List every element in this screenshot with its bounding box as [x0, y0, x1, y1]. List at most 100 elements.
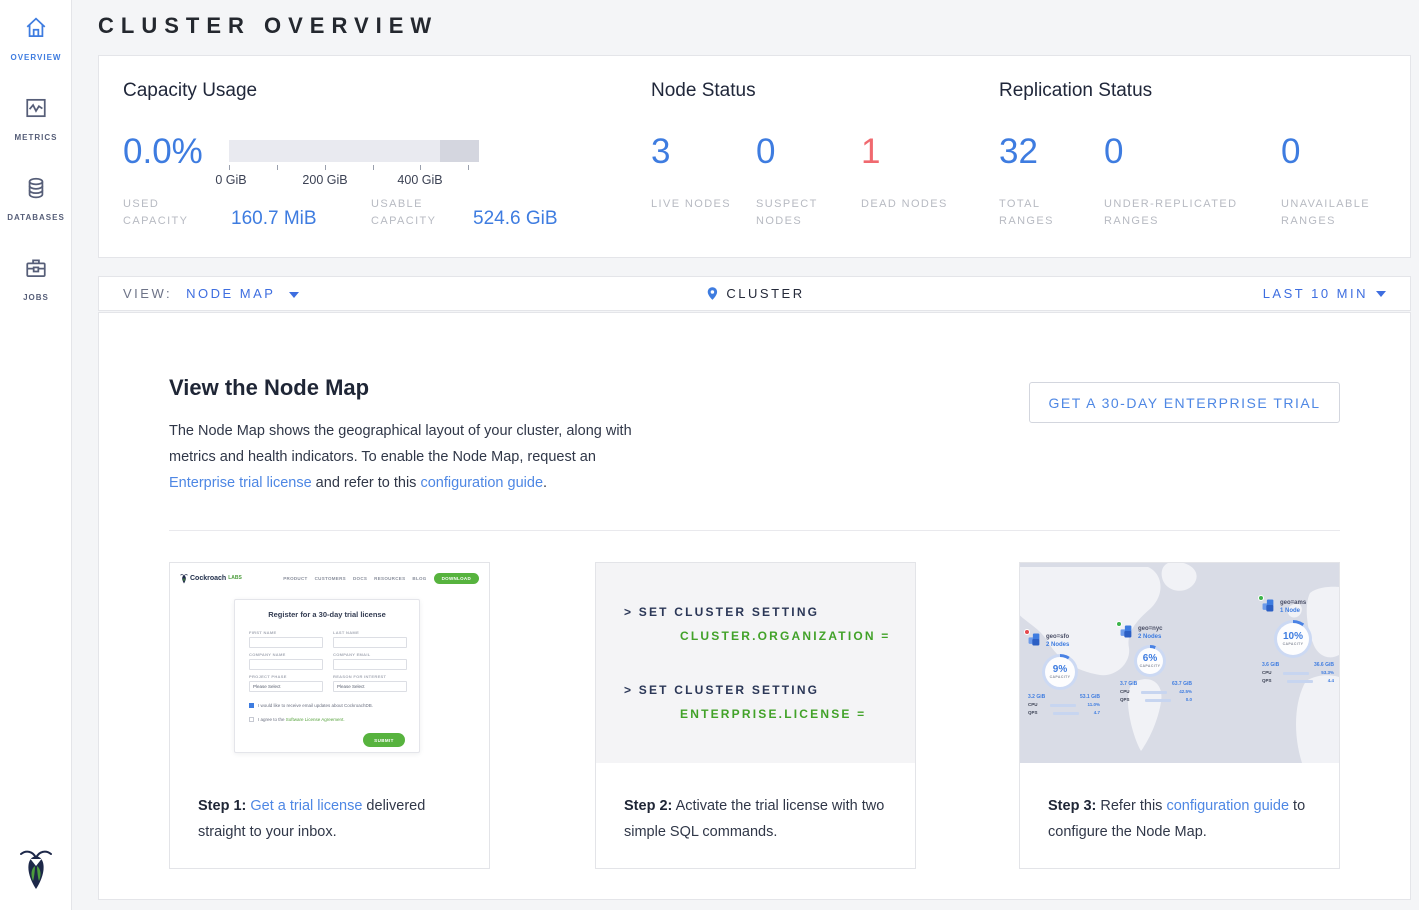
view-label: VIEW:	[123, 286, 172, 301]
qps-sparkline	[1145, 699, 1171, 702]
sidebar-item-label: OVERVIEW	[11, 53, 62, 62]
time-range-value: LAST 10 MIN	[1263, 286, 1368, 301]
sidebar-item-jobs[interactable]: JOBS	[0, 240, 72, 320]
node-group-icon	[1120, 625, 1134, 639]
node-map-description: The Node Map shows the geographical layo…	[169, 418, 637, 496]
unavailable-ranges-value: 0	[1281, 132, 1300, 172]
enterprise-trial-button[interactable]: GET A 30-DAY ENTERPRISE TRIAL	[1029, 382, 1340, 423]
preview-logo-suffix: LABS	[228, 575, 242, 581]
under-replicated-ranges-label: UNDER-REPLICATED RANGES	[1104, 196, 1264, 230]
sidebar-item-overview[interactable]: OVERVIEW	[0, 0, 72, 80]
preview-field-company-email: COMPANY EMAIL	[333, 648, 407, 670]
status-dot	[1116, 621, 1122, 627]
node-status-title: Node Status	[651, 80, 756, 102]
tick-label-0: 0 GiB	[215, 173, 246, 187]
map-badge-nyc: geo=nyc 2 Nodes 6%CAPACITY 3.7 GiB63.7 G…	[1120, 625, 1192, 704]
status-dot	[1258, 595, 1264, 601]
preview-form-title: Register for a 30-day trial license	[235, 610, 419, 619]
checkbox-empty-icon	[249, 717, 254, 722]
enterprise-trial-license-link[interactable]: Enterprise trial license	[169, 475, 312, 491]
step3-caption: Step 3: Refer this configuration guide t…	[1048, 793, 1325, 845]
suspect-nodes-value: 0	[756, 132, 775, 172]
dead-nodes-value: 1	[861, 132, 880, 172]
preview-site-header: Cockroach LABS PRODUCT CUSTOMERS DOCS RE…	[180, 569, 479, 587]
database-icon	[22, 174, 50, 202]
registration-site-preview: Cockroach LABS PRODUCT CUSTOMERS DOCS RE…	[170, 563, 489, 763]
used-capacity-label: USED CAPACITY	[123, 196, 207, 230]
sql-command: > SET CLUSTER SETTING	[624, 683, 819, 697]
briefcase-icon	[22, 254, 50, 282]
cpu-sparkline	[1283, 672, 1309, 675]
locality-node-count: 1 Node	[1280, 607, 1306, 615]
node-map-panel: View the Node Map The Node Map shows the…	[98, 312, 1411, 900]
preview-logo-text: Cockroach	[190, 575, 226, 582]
capacity-ring-gauge: 10%CAPACITY	[1274, 620, 1312, 658]
step2-label: Step 2:	[624, 798, 672, 814]
qps-sparkline	[1053, 712, 1079, 715]
breadcrumb-cluster: CLUSTER	[726, 286, 804, 301]
node-map-heading: View the Node Map	[169, 375, 369, 401]
home-icon	[22, 14, 50, 42]
dead-nodes-label: DEAD NODES	[861, 196, 951, 213]
preview-submit-button: SUBMIT	[363, 733, 405, 747]
capacity-gauge-segment	[440, 140, 479, 162]
preview-field-last-name: LAST NAME	[333, 626, 407, 648]
locality-stats: 3.2 GiB53.1 GiB CPU11.0% QPS4.7	[1028, 693, 1100, 717]
locality-node-count: 2 Nodes	[1046, 641, 1069, 649]
live-nodes-label: LIVE NODES	[651, 196, 741, 213]
description-text: and refer to this	[312, 475, 421, 491]
step1-card: Cockroach LABS PRODUCT CUSTOMERS DOCS RE…	[169, 562, 490, 869]
preview-nav-item: DOCS	[353, 576, 367, 581]
preview-field-project-phase: PROJECT PHASEPlease Select	[249, 670, 323, 692]
view-bar: VIEW: NODE MAP CLUSTER LAST 10 MIN	[98, 276, 1411, 311]
capacity-gauge	[229, 140, 479, 162]
status-dot	[1024, 629, 1030, 635]
capacity-ring-gauge: 9%CAPACITY	[1042, 654, 1078, 690]
tick-label-400: 400 GiB	[397, 173, 442, 187]
step2-caption: Step 2: Activate the trial license with …	[624, 793, 901, 845]
live-nodes-value: 3	[651, 132, 670, 172]
map-badge-ams: geo=ams 1 Node 10%CAPACITY 3.6 GiB36.6 G…	[1262, 599, 1334, 685]
preview-field-first-name: FIRST NAME	[249, 626, 323, 648]
sidebar-item-databases[interactable]: DATABASES	[0, 160, 72, 240]
configuration-guide-link[interactable]: configuration guide	[1166, 798, 1289, 814]
locality-name: geo=sfo	[1046, 633, 1069, 641]
usable-capacity-value: 524.6 GiB	[473, 208, 558, 230]
usable-capacity-label: USABLE CAPACITY	[371, 196, 455, 230]
capacity-gauge-ticks	[229, 165, 479, 171]
cluster-summary-panel: Capacity Usage 0.0% 0 GiB 200 GiB 400 Gi…	[98, 55, 1411, 258]
preview-nav-item: RESOURCES	[374, 576, 405, 581]
cpu-sparkline	[1050, 704, 1076, 707]
locality-name: geo=nyc	[1138, 625, 1163, 633]
cpu-sparkline	[1141, 691, 1167, 694]
configuration-guide-link[interactable]: configuration guide	[420, 475, 543, 491]
replication-status-title: Replication Status	[999, 80, 1152, 102]
preview-nav-item: PRODUCT	[283, 576, 307, 581]
capacity-ring-gauge: 6%CAPACITY	[1134, 645, 1166, 677]
step3-label: Step 3:	[1048, 798, 1096, 814]
preview-nav-item: CUSTOMERS	[315, 576, 346, 581]
description-text: The Node Map shows the geographical layo…	[169, 423, 632, 465]
step1-label: Step 1:	[198, 798, 246, 814]
preview-nav-item: BLOG	[412, 576, 426, 581]
sidebar: OVERVIEW METRICS DATABASES JOBS	[0, 0, 72, 910]
cockroachdb-logo	[0, 845, 72, 896]
preview-nav: PRODUCT CUSTOMERS DOCS RESOURCES BLOG DO…	[283, 573, 479, 584]
total-ranges-label: TOTAL RANGES	[999, 196, 1089, 230]
metrics-icon	[22, 94, 50, 122]
total-ranges-value: 32	[999, 132, 1038, 172]
step3-card: geo=sfo 2 Nodes 9%CAPACITY 3.2 GiB53.1 G…	[1019, 562, 1340, 869]
preview-field-reason: REASON FOR INTERESTPlease Select	[333, 670, 407, 692]
sidebar-item-metrics[interactable]: METRICS	[0, 80, 72, 160]
unavailable-ranges-label: UNAVAILABLE RANGES	[1281, 196, 1391, 230]
under-replicated-ranges-value: 0	[1104, 132, 1123, 172]
locality-node-count: 2 Nodes	[1138, 633, 1163, 641]
time-range-selector[interactable]: LAST 10 MIN	[1263, 286, 1386, 301]
get-trial-license-link[interactable]: Get a trial license	[250, 798, 362, 814]
view-selector-value: NODE MAP	[186, 286, 275, 301]
breadcrumb: CLUSTER	[704, 286, 804, 301]
preview-download-button: DOWNLOAD	[434, 573, 479, 584]
locality-stats: 3.6 GiB36.6 GiB CPU53.3% QPS4.4	[1262, 661, 1334, 685]
node-group-icon	[1028, 633, 1042, 647]
view-selector[interactable]: NODE MAP	[186, 286, 299, 301]
